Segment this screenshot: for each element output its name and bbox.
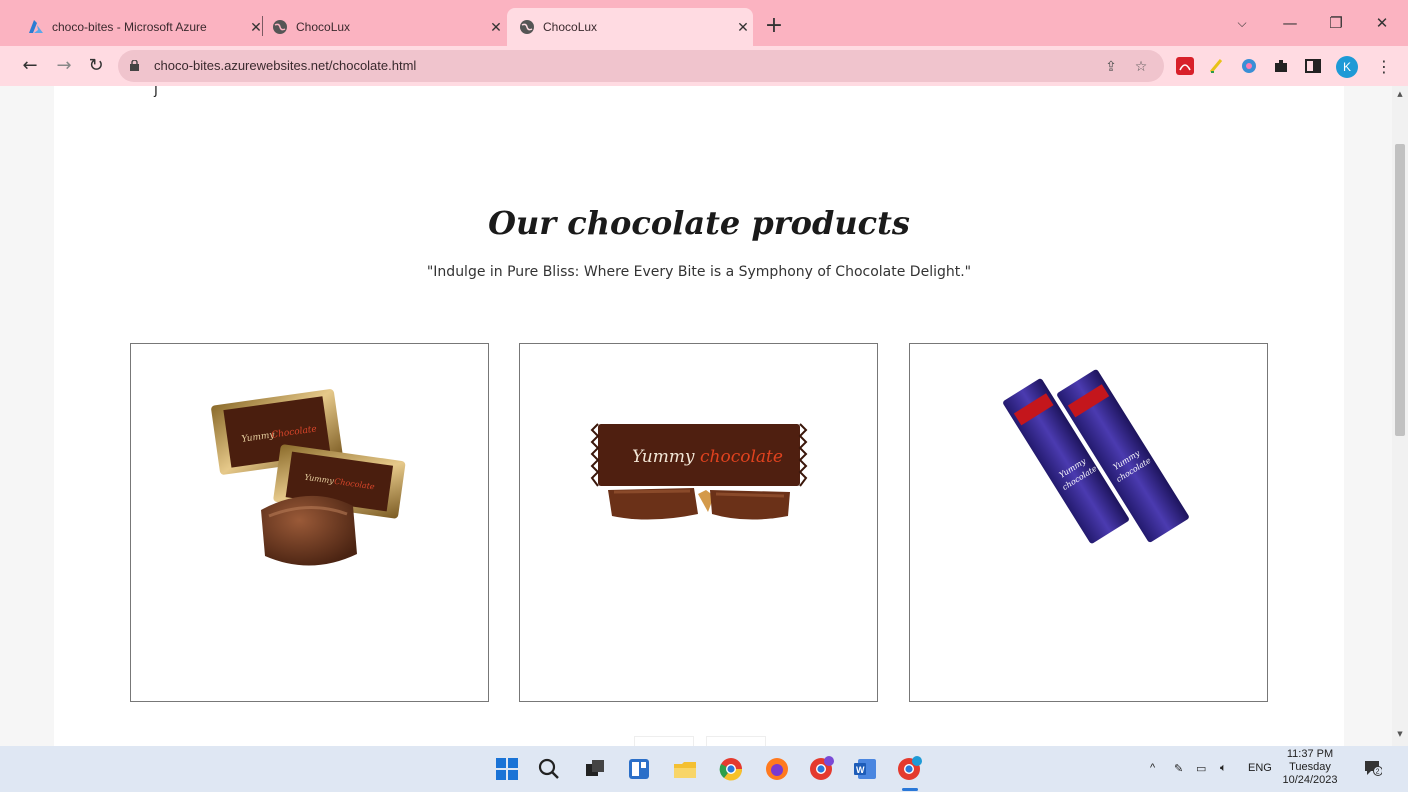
tab-chocolux-1[interactable]: ChocoLux ✕ bbox=[260, 8, 506, 46]
new-tab-button[interactable]: + bbox=[762, 12, 786, 40]
tab-chocolux-active[interactable]: ChocoLux ✕ bbox=[507, 8, 753, 46]
tab-strip: choco-bites - Microsoft Azure ✕ ChocoLux… bbox=[0, 0, 1408, 46]
globe-icon bbox=[520, 20, 534, 34]
tab-search-chevron-icon[interactable]: ⌵ bbox=[1222, 10, 1262, 36]
search-icon[interactable] bbox=[536, 756, 562, 782]
scroll-down-arrow-icon[interactable]: ▼ bbox=[1392, 730, 1408, 738]
lock-icon bbox=[130, 60, 139, 71]
volume-muted-icon[interactable]: 🔈︎ bbox=[1220, 762, 1227, 775]
svg-text:W: W bbox=[856, 765, 865, 775]
globe-icon bbox=[273, 20, 287, 34]
bookmark-star-icon[interactable]: ☆ bbox=[1132, 58, 1150, 76]
url-text: choco-bites.azurewebsites.net/chocolate.… bbox=[154, 58, 417, 73]
tab-title: ChocoLux bbox=[543, 20, 598, 34]
word-icon[interactable]: W bbox=[852, 756, 878, 782]
side-panel-icon[interactable] bbox=[1304, 57, 1322, 75]
minimize-button[interactable]: — bbox=[1270, 10, 1310, 36]
clock-date: 10/24/2023 bbox=[1282, 774, 1338, 786]
language-indicator[interactable]: ENG bbox=[1248, 762, 1272, 774]
pen-icon[interactable]: ✎ bbox=[1174, 762, 1183, 775]
tab-azure[interactable]: choco-bites - Microsoft Azure ✕ bbox=[16, 8, 266, 46]
tab-title: choco-bites - Microsoft Azure bbox=[52, 20, 207, 34]
close-tab-icon[interactable]: ✕ bbox=[486, 19, 506, 36]
notification-count: 2 bbox=[1376, 769, 1380, 776]
scroll-up-arrow-icon[interactable]: ▲ bbox=[1392, 90, 1408, 98]
tab-title: ChocoLux bbox=[296, 20, 351, 34]
menu-kebab-icon[interactable]: ⋮ bbox=[1376, 56, 1392, 78]
purple-chocolate-bars-image: Yummy chocolate Yummy chocolate bbox=[1003, 369, 1189, 544]
page-content: ʃ Our chocolate products "Indulge in Pur… bbox=[54, 86, 1344, 746]
close-tab-icon[interactable]: ✕ bbox=[733, 19, 753, 36]
active-app-indicator bbox=[902, 788, 918, 791]
product-card-purple-bars[interactable]: Yummy chocolate Yummy chocolate bbox=[909, 343, 1268, 702]
azure-icon bbox=[29, 20, 43, 33]
file-explorer-icon[interactable] bbox=[672, 756, 698, 782]
page-scrollbar[interactable]: ▲ ▼ bbox=[1392, 86, 1408, 746]
firefox-icon[interactable] bbox=[764, 756, 790, 782]
profile-avatar[interactable]: K bbox=[1336, 56, 1358, 78]
highlighter-extension-icon[interactable] bbox=[1208, 57, 1226, 75]
chrome-active-profile-icon[interactable] bbox=[896, 756, 922, 782]
system-clock[interactable]: 11:37 PM Tuesday 10/24/2023 bbox=[1282, 748, 1338, 787]
close-window-button[interactable]: ✕ bbox=[1362, 10, 1402, 36]
pdf-extension-icon[interactable] bbox=[1176, 57, 1194, 75]
partially-visible-button[interactable] bbox=[634, 736, 694, 746]
chocolate-bar-image: Yummy chocolate bbox=[590, 423, 808, 520]
scrollbar-thumb[interactable] bbox=[1395, 144, 1405, 436]
back-button[interactable]: ← bbox=[16, 52, 44, 80]
page-subtitle: "Indulge in Pure Bliss: Where Every Bite… bbox=[426, 264, 972, 280]
reload-button[interactable]: ↻ bbox=[82, 52, 110, 80]
forward-button[interactable]: → bbox=[50, 52, 78, 80]
address-bar[interactable]: choco-bites.azurewebsites.net/chocolate.… bbox=[118, 50, 1164, 82]
clock-time: 11:37 PM bbox=[1286, 748, 1334, 760]
wrapper-brand-text: Yummy bbox=[632, 447, 695, 467]
notification-center-icon[interactable]: 2 bbox=[1364, 760, 1383, 776]
product-card-chocolate-bar[interactable]: Yummy chocolate bbox=[519, 343, 878, 702]
windows-taskbar: W ^ ✎ ▭ 🔈︎ ENG 11:37 PM Tuesday 10/24/20… bbox=[0, 746, 1408, 792]
task-view-icon[interactable] bbox=[582, 756, 608, 782]
page-title: Our chocolate products bbox=[488, 204, 910, 242]
product-card-toffee[interactable]: Yummy Chocolate Yummy Chocolate bbox=[130, 343, 489, 702]
windows-start-icon[interactable] bbox=[494, 756, 520, 782]
wrapper-brand-accent: chocolate bbox=[700, 447, 783, 467]
browser-toolbar: ← → ↻ choco-bites.azurewebsites.net/choc… bbox=[0, 46, 1408, 86]
widgets-icon[interactable] bbox=[626, 756, 652, 782]
notification-icon: 2 bbox=[1365, 761, 1383, 776]
restore-button[interactable]: ❐ bbox=[1316, 10, 1356, 36]
clock-day: Tuesday bbox=[1289, 761, 1331, 773]
cut-off-text-fragment: ʃ bbox=[154, 86, 159, 98]
chrome-profile-icon[interactable] bbox=[808, 756, 834, 782]
wrapped-chocolates-image: Yummy Chocolate Yummy Chocolate bbox=[211, 389, 406, 566]
show-hidden-icons-chevron-icon[interactable]: ^ bbox=[1150, 762, 1155, 774]
chrome-icon[interactable] bbox=[718, 756, 744, 782]
screen-capture-extension-icon[interactable] bbox=[1240, 57, 1258, 75]
share-icon[interactable]: ⇪ bbox=[1102, 58, 1120, 76]
extensions-puzzle-icon[interactable] bbox=[1272, 57, 1290, 75]
partially-visible-button[interactable] bbox=[706, 736, 766, 746]
battery-icon[interactable]: ▭ bbox=[1196, 762, 1206, 775]
page-viewport: ʃ Our chocolate products "Indulge in Pur… bbox=[0, 86, 1392, 746]
